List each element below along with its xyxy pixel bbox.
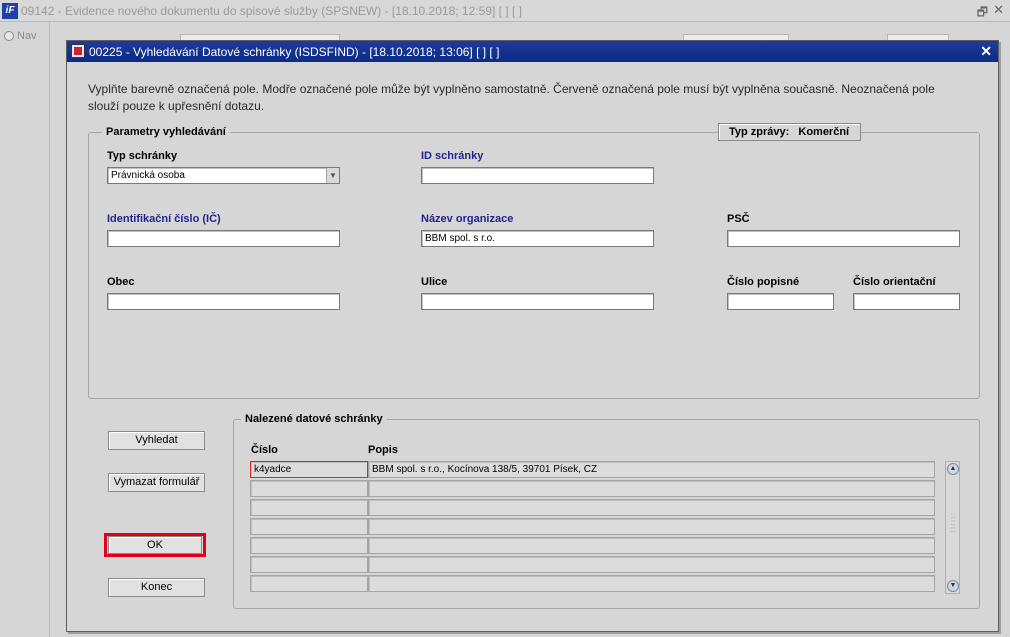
result-cell-popis[interactable]: BBM spol. s r.o., Kocínova 138/5, 39701 … xyxy=(368,461,935,478)
result-cell-popis[interactable] xyxy=(368,575,935,592)
obec-label: Obec xyxy=(107,276,135,288)
ulice-input[interactable] xyxy=(421,293,654,310)
id-schranky-label: ID schránky xyxy=(421,150,484,162)
result-cell-cislo[interactable] xyxy=(250,480,368,497)
nazev-organizace-label: Název organizace xyxy=(421,213,514,225)
instructions-text: Vyplňte barevně označená pole. Modře ozn… xyxy=(88,82,935,113)
cislo-popisne-label: Číslo popisné xyxy=(727,276,800,288)
typ-schranky-label: Typ schránky xyxy=(107,150,178,162)
message-type-label: Typ zprávy: xyxy=(729,126,790,138)
result-cell-popis[interactable] xyxy=(368,518,935,535)
column-header-popis: Popis xyxy=(368,444,398,456)
typ-schranky-select[interactable]: Právnická osoba ▼ xyxy=(107,167,340,184)
column-header-cislo: Číslo xyxy=(251,444,278,456)
obec-input[interactable] xyxy=(107,293,340,310)
typ-schranky-value: Právnická osoba xyxy=(111,170,185,181)
result-cell-cislo[interactable]: k4yadce xyxy=(250,461,368,478)
results-scrollbar[interactable]: ▲ :::::: ▼ xyxy=(945,461,960,594)
result-cell-popis[interactable] xyxy=(368,537,935,554)
results-legend: Nalezené datové schránky xyxy=(241,413,387,425)
id-schranky-input[interactable] xyxy=(421,167,654,184)
scroll-down-icon[interactable]: ▼ xyxy=(947,580,959,592)
result-cell-cislo[interactable] xyxy=(250,575,368,592)
result-cell-cislo[interactable] xyxy=(250,499,368,516)
search-button[interactable]: Vyhledat xyxy=(108,431,205,450)
psc-input[interactable] xyxy=(727,230,960,247)
result-cell-cislo[interactable] xyxy=(250,518,368,535)
restore-icon[interactable]: 🗗 xyxy=(977,3,988,24)
scroll-grip-icon[interactable]: :::::: xyxy=(949,512,957,544)
scroll-up-icon[interactable]: ▲ xyxy=(947,463,959,475)
search-params-legend: Parametry vyhledávání xyxy=(102,126,230,138)
result-cell-popis[interactable] xyxy=(368,499,935,516)
dialog-close-icon[interactable]: ✕ xyxy=(980,43,992,60)
ulice-label: Ulice xyxy=(421,276,448,288)
psc-label: PSČ xyxy=(727,213,750,225)
result-cell-popis[interactable] xyxy=(368,480,935,497)
message-type-value: Komerční xyxy=(798,126,850,138)
message-type-indicator: Typ zprávy: Komerční xyxy=(718,123,861,141)
close-icon[interactable]: ✕ xyxy=(993,2,1004,18)
dropdown-arrow-icon[interactable]: ▼ xyxy=(326,168,339,183)
dialog-titlebar: 00225 - Vyhledávání Datové schránky (ISD… xyxy=(67,41,998,62)
dialog-title: 00225 - Vyhledávání Datové schránky (ISD… xyxy=(89,45,500,59)
ico-label: Identifikační číslo (IČ) xyxy=(107,213,221,225)
exit-button[interactable]: Konec xyxy=(108,578,205,597)
cislo-orientacni-label: Číslo orientační xyxy=(853,276,936,288)
cislo-popisne-input[interactable] xyxy=(727,293,834,310)
clear-form-button[interactable]: Vymazat formulář xyxy=(108,473,205,492)
cislo-orientacni-input[interactable] xyxy=(853,293,960,310)
outer-window-title: 09142 - Evidence nového dokumentu do spi… xyxy=(21,4,522,18)
app-icon: iF xyxy=(2,3,18,19)
nav-radio[interactable] xyxy=(4,31,14,41)
result-cell-popis[interactable] xyxy=(368,556,935,573)
result-cell-cislo[interactable] xyxy=(250,537,368,554)
dialog-icon xyxy=(71,44,85,58)
search-dialog: 00225 - Vyhledávání Datové schránky (ISD… xyxy=(66,40,999,632)
nav-label: Nav xyxy=(17,30,37,42)
ok-button[interactable]: OK xyxy=(108,536,202,554)
result-cell-cislo[interactable] xyxy=(250,556,368,573)
nazev-organizace-input[interactable]: BBM spol. s r.o. xyxy=(421,230,654,247)
ico-input[interactable] xyxy=(107,230,340,247)
outer-window-titlebar: iF 09142 - Evidence nového dokumentu do … xyxy=(0,0,1010,22)
outer-nav-panel: Nav xyxy=(0,22,50,637)
